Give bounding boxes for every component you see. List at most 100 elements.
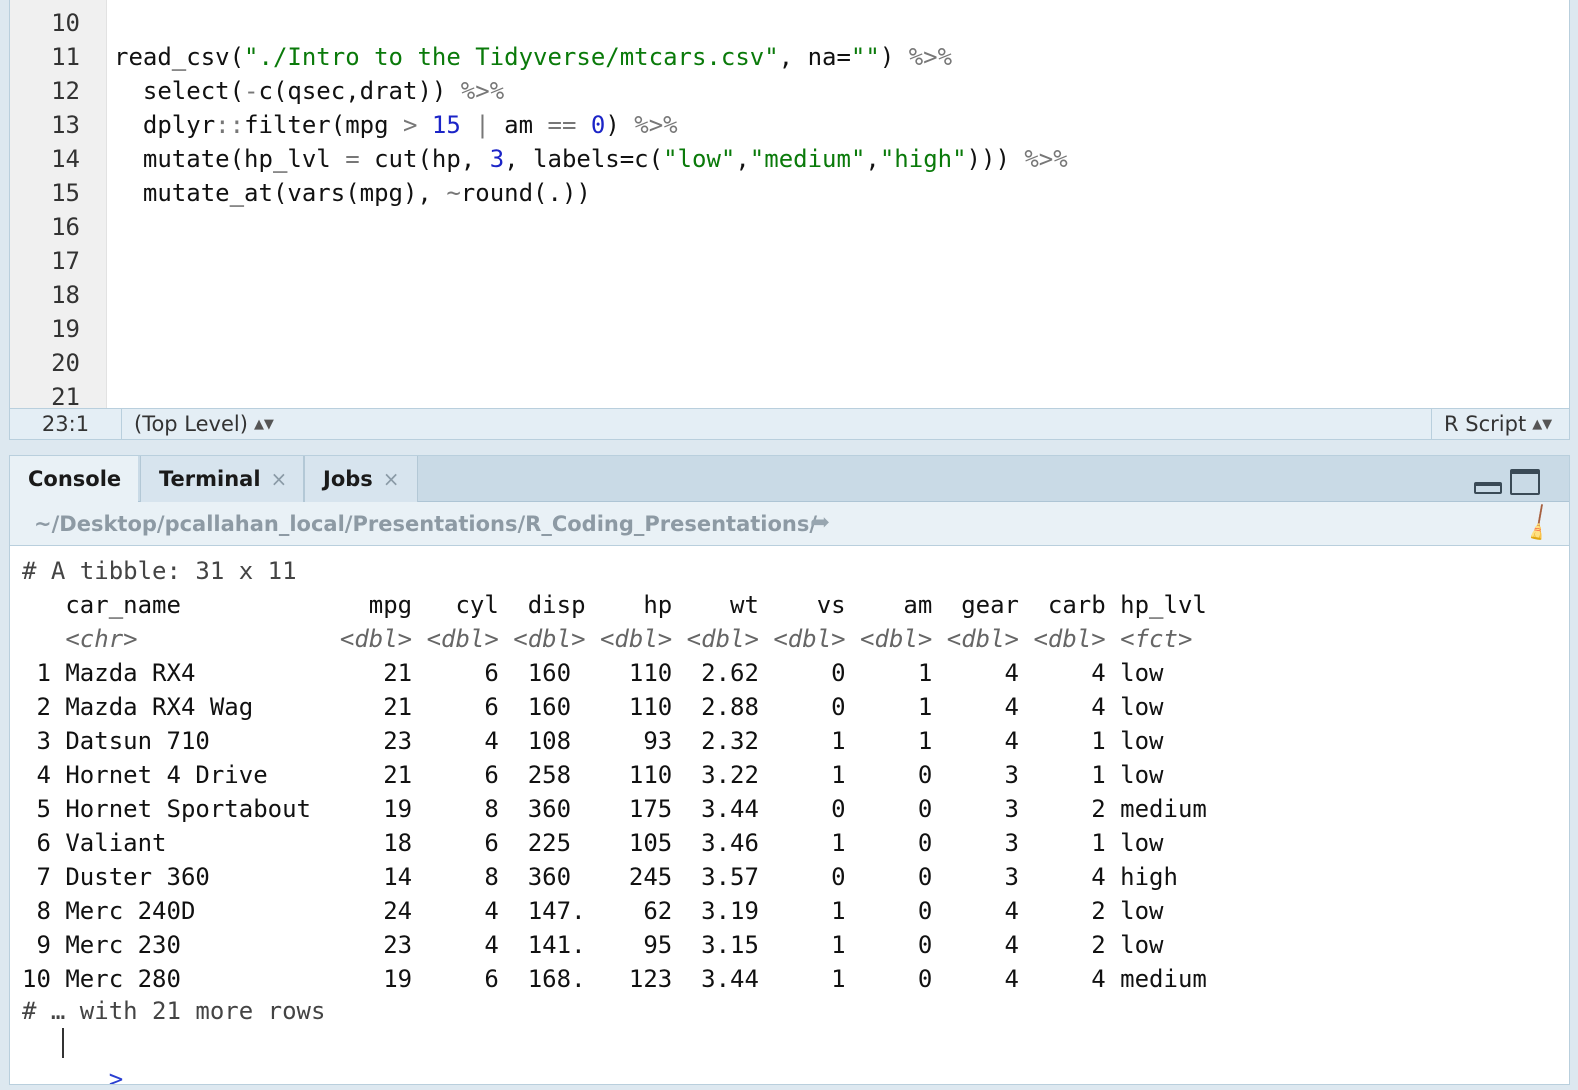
code-token: , labels=c( bbox=[504, 145, 664, 173]
table-row: 6 Valiant 18 6 225 105 3.46 1 0 3 1 low bbox=[22, 829, 1207, 857]
table-row: 9 Merc 230 23 4 141. 95 3.15 1 0 4 2 low bbox=[22, 931, 1207, 959]
table-row: 4 Hornet 4 Drive 21 6 258 110 3.22 1 0 3… bbox=[22, 761, 1207, 789]
code-token: ~ bbox=[446, 179, 461, 207]
go-to-directory-icon[interactable]: ➦ bbox=[810, 508, 830, 536]
console-tab-bar: Console Terminal × Jobs × bbox=[10, 456, 1569, 502]
code-line[interactable]: mutate_at(vars(mpg), ~round(.)) bbox=[114, 176, 591, 210]
table-row: 5 Hornet Sportabout 19 8 360 175 3.44 0 … bbox=[22, 795, 1207, 823]
code-token: 15 bbox=[431, 111, 461, 139]
console-prompt: > bbox=[108, 1065, 124, 1085]
line-number: 14 bbox=[51, 145, 80, 173]
tab-label: Terminal bbox=[159, 467, 261, 491]
updown-icon: ▲▼ bbox=[1532, 417, 1553, 432]
tab-console[interactable]: Console bbox=[10, 456, 138, 502]
code-token: :: bbox=[215, 111, 245, 139]
code-token: , bbox=[735, 145, 750, 173]
code-token: dplyr bbox=[114, 111, 216, 139]
source-editor-pane[interactable]: 10 11 12 13 14 15 16 17 18 19 20 21 read_csv("./Int… bbox=[9, 0, 1570, 440]
code-token: | bbox=[475, 111, 490, 139]
working-directory-path: ~/Desktop/pcallahan_local/Presentations/… bbox=[34, 512, 818, 536]
file-type-label: R Script bbox=[1444, 412, 1527, 436]
minimize-pane-icon[interactable] bbox=[1474, 482, 1502, 494]
tibble-header: # A tibble: 31 x 11 bbox=[22, 557, 297, 585]
line-number: 10 bbox=[51, 9, 80, 37]
code-token: ) bbox=[605, 111, 635, 139]
console-prompt-line[interactable]: > bbox=[22, 1028, 123, 1084]
table-row: 2 Mazda RX4 Wag 21 6 160 110 2.88 0 1 4 … bbox=[22, 693, 1207, 721]
table-row: 7 Duster 360 14 8 360 245 3.57 0 0 3 4 h… bbox=[22, 863, 1207, 891]
tibble-footer: # … with 21 more rows bbox=[22, 997, 326, 1025]
code-token: am bbox=[489, 111, 548, 139]
line-number: 18 bbox=[51, 281, 80, 309]
line-number: 13 bbox=[51, 111, 80, 139]
code-token: %>% bbox=[460, 77, 505, 105]
line-number: 12 bbox=[51, 77, 80, 105]
scope-label: (Top Level) bbox=[134, 412, 248, 436]
maximize-pane-icon[interactable] bbox=[1510, 469, 1540, 495]
code-token: mutate(hp_lvl bbox=[114, 145, 346, 173]
code-token: c(qsec,drat)) bbox=[258, 77, 461, 105]
table-row: 3 Datsun 710 23 4 108 93 2.32 1 1 4 1 lo… bbox=[22, 727, 1207, 755]
tab-label: Jobs bbox=[323, 467, 373, 491]
code-token: ))) bbox=[966, 145, 1025, 173]
code-area[interactable]: read_csv("./Intro to the Tidyverse/mtcar… bbox=[114, 0, 1554, 408]
line-number: 19 bbox=[51, 315, 80, 343]
table-row: 1 Mazda RX4 21 6 160 110 2.62 0 1 4 4 lo… bbox=[22, 659, 1207, 687]
code-token: "medium" bbox=[749, 145, 866, 173]
code-line[interactable]: mutate(hp_lvl = cut(hp, 3, labels=c("low… bbox=[114, 142, 1068, 176]
code-token: round(.)) bbox=[460, 179, 591, 207]
code-token: , bbox=[865, 145, 880, 173]
code-token: ) bbox=[879, 43, 909, 71]
code-token: 3 bbox=[489, 145, 505, 173]
code-token: - bbox=[244, 77, 259, 105]
table-row: 8 Merc 240D 24 4 147. 62 3.19 1 0 4 2 lo… bbox=[22, 897, 1207, 925]
code-line[interactable]: select(-c(qsec,drat)) %>% bbox=[114, 74, 504, 108]
tab-label: Console bbox=[28, 467, 122, 491]
code-token: filter(mpg bbox=[244, 111, 404, 139]
scope-selector[interactable]: (Top Level) ▲▼ bbox=[134, 409, 274, 439]
editor-status-bar: 23:1 (Top Level) ▲▼ R Script ▲▼ bbox=[10, 408, 1569, 439]
code-token: cut(hp, bbox=[359, 145, 490, 173]
code-token: mutate_at(vars(mpg), bbox=[114, 179, 447, 207]
line-number: 20 bbox=[51, 349, 80, 377]
code-token: select( bbox=[114, 77, 245, 105]
line-number-gutter: 10 11 12 13 14 15 16 17 18 19 20 21 bbox=[10, 0, 107, 411]
tab-jobs[interactable]: Jobs × bbox=[304, 456, 418, 502]
code-line[interactable]: read_csv("./Intro to the Tidyverse/mtcar… bbox=[114, 40, 952, 74]
code-token: > bbox=[403, 111, 418, 139]
code-token: read_csv( bbox=[114, 43, 245, 71]
code-token: %>% bbox=[1024, 145, 1068, 173]
file-type-selector[interactable]: R Script ▲▼ bbox=[1431, 409, 1569, 439]
tab-terminal[interactable]: Terminal × bbox=[140, 456, 304, 502]
code-token: "high" bbox=[879, 145, 967, 173]
code-token: , na= bbox=[778, 43, 851, 71]
text-cursor bbox=[62, 1028, 64, 1058]
close-icon[interactable]: × bbox=[271, 467, 288, 491]
code-token: == bbox=[547, 111, 577, 139]
code-token: "./Intro to the Tidyverse/mtcars.csv" bbox=[244, 43, 779, 71]
close-icon[interactable]: × bbox=[383, 467, 400, 491]
clear-console-icon[interactable]: 🧹 bbox=[1517, 503, 1561, 546]
code-token: %>% bbox=[634, 111, 678, 139]
console-output[interactable]: # A tibble: 31 x 11 car_name mpg cyl dis… bbox=[10, 548, 1569, 1084]
table-row: 10 Merc 280 19 6 168. 123 3.44 1 0 4 4 m… bbox=[22, 965, 1207, 993]
line-number: 17 bbox=[51, 247, 80, 275]
code-line[interactable]: dplyr::filter(mpg > 15 | am == 0) %>% bbox=[114, 108, 678, 142]
working-directory-bar: ~/Desktop/pcallahan_local/Presentations/… bbox=[10, 502, 1569, 547]
updown-icon: ▲▼ bbox=[253, 417, 274, 432]
tibble-column-headers: car_name mpg cyl disp hp wt vs am gear c… bbox=[22, 591, 1207, 619]
code-token: 0 bbox=[590, 111, 606, 139]
line-number: 15 bbox=[51, 179, 80, 207]
code-token: "low" bbox=[663, 145, 736, 173]
code-token: %>% bbox=[908, 43, 953, 71]
line-number: 11 bbox=[51, 43, 80, 71]
code-token: "" bbox=[850, 43, 880, 71]
line-number: 16 bbox=[51, 213, 80, 241]
cursor-position: 23:1 bbox=[10, 409, 122, 439]
console-pane: Console Terminal × Jobs × ~/Desktop/pcalla… bbox=[9, 455, 1570, 1085]
code-token: = bbox=[345, 145, 360, 173]
tibble-column-types: <chr> <dbl> <dbl> <dbl> <dbl> <dbl> <dbl… bbox=[22, 625, 1207, 653]
